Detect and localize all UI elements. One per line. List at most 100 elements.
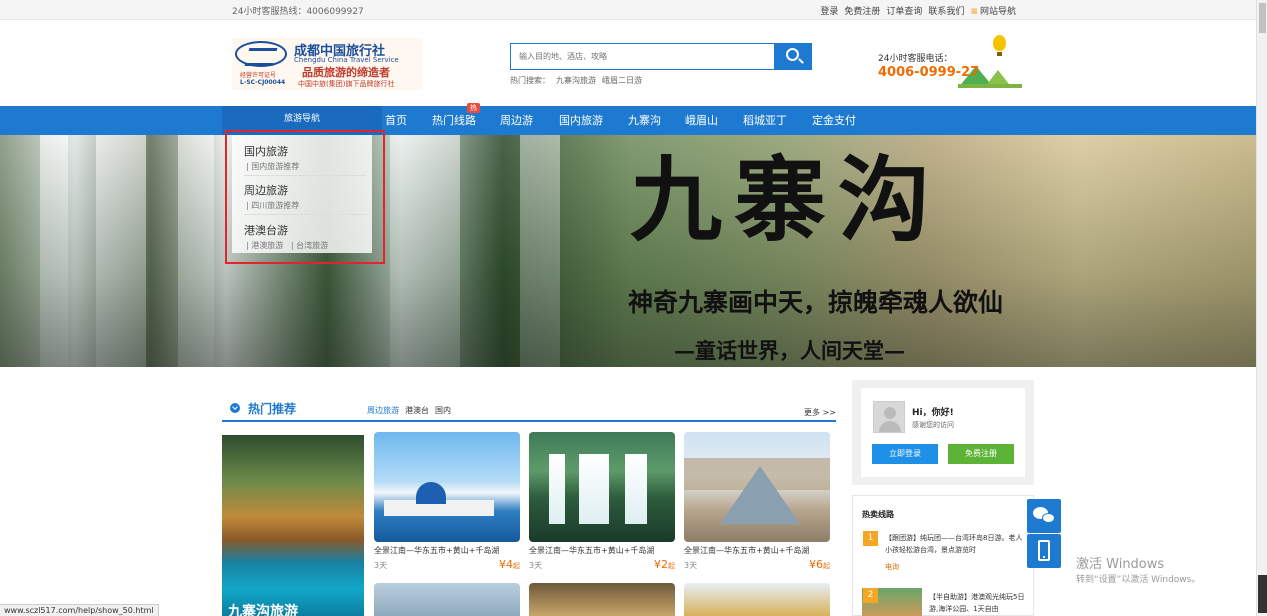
dropdown-sub: | 四川旅游推荐	[246, 201, 300, 210]
mobile-button[interactable]	[1027, 534, 1061, 568]
contact-link[interactable]: 联系我们	[928, 4, 964, 17]
search-button[interactable]	[774, 43, 812, 70]
nav-item-daocheng[interactable]: 稻城亚丁	[743, 106, 787, 135]
nav-item-emeishan[interactable]: 峨眉山	[685, 106, 718, 135]
route-days: 3天	[374, 561, 388, 570]
route-image[interactable]	[374, 583, 520, 616]
route-price: ¥6起	[809, 558, 830, 571]
price-inquiry: 电询	[885, 563, 899, 571]
feature-image[interactable]: 九寨沟旅游	[222, 435, 364, 616]
mobile-phone-icon	[1038, 540, 1050, 561]
dropdown-sub: | 港澳旅游 | 台湾旅游	[246, 241, 329, 250]
logo[interactable]: 成都中国旅行社 Chengdu China Travel Service 品质旅…	[232, 38, 422, 90]
banner-title: 九寨沟	[630, 146, 943, 254]
tab-domestic[interactable]: 国内	[435, 405, 451, 416]
top-links: 登录 免费注册 订单查询 联系我们 ≡ 网站导航	[820, 4, 1016, 17]
search-input[interactable]	[510, 43, 775, 70]
hot-keyword[interactable]: 九寨沟旅游	[556, 75, 596, 86]
rank-badge: 1	[863, 531, 878, 546]
hot-air-balloon-icon	[993, 35, 1006, 56]
site-nav-label: 网站导航	[979, 7, 1016, 17]
nav-item-domestic[interactable]: 国内旅游	[559, 106, 603, 135]
hotline-text: 24小时客服热线：4006099927	[232, 7, 364, 17]
dropdown-sub: | 国内旅游推荐	[246, 162, 300, 171]
phone-label: 24小时客服电话：	[878, 54, 953, 64]
tab-nearby[interactable]: 周边旅游	[367, 405, 399, 416]
route-card[interactable]: 全景江南—华东五市+黄山+千岛湖 3天 ¥6起	[684, 432, 830, 572]
logo-slogan: 品质旅游的缔造者	[302, 66, 390, 79]
route-days: 3天	[684, 561, 698, 570]
main-nav: 旅游导航 首页 热门线路 热 周边游 国内旅游 九寨沟 峨眉山 稻城亚丁 定金支…	[0, 103, 1256, 135]
status-bar-url: www.sczl517.com/help/show_50.html	[0, 604, 159, 616]
nav-item-home[interactable]: 首页	[385, 106, 407, 135]
login-link[interactable]: 登录	[820, 4, 838, 17]
route-image[interactable]	[529, 583, 675, 616]
route-card[interactable]: 全景江南—华东五市+黄山+千岛湖 3天 ¥2起	[529, 432, 675, 572]
phone-number: 4006-0999-27	[878, 65, 980, 80]
route-image	[684, 432, 830, 542]
top-bar: 24小时客服热线：4006099927 登录 免费注册 订单查询 联系我们 ≡ 网…	[0, 0, 1256, 20]
hot-recommend-header: 热门推荐 周边旅游 港澳台 国内 更多 >>	[222, 392, 836, 422]
scrollbar-thumb[interactable]	[1259, 3, 1266, 33]
dropdown-link[interactable]: 台湾旅游	[296, 241, 328, 250]
hot-route-link[interactable]: 【跟团游】纯玩团——台湾环岛8日游。老人小孩轻松游台湾，景点游览时	[885, 532, 1025, 556]
hot-badge: 热	[467, 103, 480, 113]
rank-badge: 2	[863, 588, 878, 603]
route-image	[374, 432, 520, 542]
hero-banner[interactable]: 九寨沟 神奇九寨画中天，掠魄牵魂人欲仙 —童话世界，人间天堂—	[0, 135, 1256, 367]
feature-title: 九寨沟旅游	[228, 604, 298, 616]
route-name: 全景江南—华东五市+黄山+千岛湖	[684, 546, 810, 555]
hot-routes-title: 热卖线路	[862, 510, 894, 519]
header: 成都中国旅行社 Chengdu China Travel Service 品质旅…	[0, 20, 1256, 106]
hot-routes-panel: 热卖线路 1 【跟团游】纯玩团——台湾环岛8日游。老人小孩轻松游台湾，景点游览时…	[852, 495, 1034, 616]
search-box	[510, 43, 812, 70]
route-name: 全景江南—华东五市+黄山+千岛湖	[374, 546, 500, 555]
cts-emblem-icon	[235, 41, 287, 67]
nav-item-deposit[interactable]: 定金支付	[812, 106, 856, 135]
license-label: 经营许可证号	[240, 72, 277, 79]
wechat-button[interactable]	[1027, 499, 1061, 533]
service-phone: 24小时客服电话： 4006-0999-27	[868, 35, 1024, 91]
recommend-tabs: 周边旅游 港澳台 国内	[367, 405, 451, 416]
order-query-link[interactable]: 订单查询	[886, 4, 922, 17]
route-image	[529, 432, 675, 542]
dropdown-link[interactable]: 国内旅游推荐	[251, 162, 299, 171]
register-link[interactable]: 免费注册	[844, 4, 880, 17]
hot-keyword[interactable]: 峨眉二日游	[602, 75, 642, 86]
nav-item-jiuzhaigou[interactable]: 九寨沟	[628, 106, 661, 135]
route-price: ¥2起	[654, 558, 675, 571]
route-card[interactable]: 全景江南—华东五市+黄山+千岛湖 3天 ¥4起	[374, 432, 520, 572]
greeting: Hi，你好!	[912, 408, 954, 418]
dropdown-group-hmt[interactable]: 港澳台游	[244, 222, 288, 238]
travel-guide-dropdown: 国内旅游 | 国内旅游推荐 周边旅游 | 四川旅游推荐 港澳台游 | 港澳旅游 …	[225, 130, 385, 264]
hot-search: 热门搜索： 九寨沟旅游 峨眉二日游	[510, 75, 642, 86]
login-button[interactable]: 立即登录	[872, 444, 938, 464]
dropdown-group-nearby[interactable]: 周边旅游	[244, 182, 288, 198]
route-days: 3天	[529, 561, 543, 570]
recommend-icon	[230, 403, 240, 413]
scrollbar[interactable]	[1256, 0, 1267, 616]
brand-line: 中国中旅(集团)旗下品牌旅行社	[298, 80, 395, 88]
route-name: 全景江南—华东五市+黄山+千岛湖	[529, 546, 655, 555]
route-price: ¥4起	[499, 558, 520, 571]
menu-bars-icon: ≡	[970, 7, 978, 17]
login-panel: Hi，你好! 感谢您的访问 立即登录 免费注册	[852, 380, 1034, 485]
nav-item-nearby[interactable]: 周边游	[500, 106, 533, 135]
windows-activation-watermark: 激活 Windows 转到“设置”以激活 Windows。	[1076, 557, 1201, 585]
hot-search-label: 热门搜索：	[510, 76, 550, 85]
tab-hmt[interactable]: 港澳台	[405, 405, 429, 416]
section-title: 热门推荐	[248, 402, 297, 416]
banner-subslogan: —童话世界，人间天堂—	[674, 338, 905, 363]
hot-route-link[interactable]: 【半自助游】港澳观光纯玩5日游,海洋公园、1天自由	[929, 591, 1029, 615]
route-image[interactable]	[684, 583, 830, 616]
dropdown-group-domestic[interactable]: 国内旅游	[244, 143, 288, 159]
thanks-text: 感谢您的访问	[912, 421, 954, 429]
dropdown-link[interactable]: 港澳旅游	[251, 241, 283, 250]
site-nav-link[interactable]: ≡ 网站导航	[970, 4, 1016, 17]
dropdown-link[interactable]: 四川旅游推荐	[251, 201, 299, 210]
more-link[interactable]: 更多 >>	[804, 407, 836, 418]
avatar	[873, 401, 905, 433]
license-number: L-SC-CJ00044	[240, 79, 286, 86]
banner-slogan: 神奇九寨画中天，掠魄牵魂人欲仙	[628, 288, 1004, 317]
register-button[interactable]: 免费注册	[948, 444, 1014, 464]
